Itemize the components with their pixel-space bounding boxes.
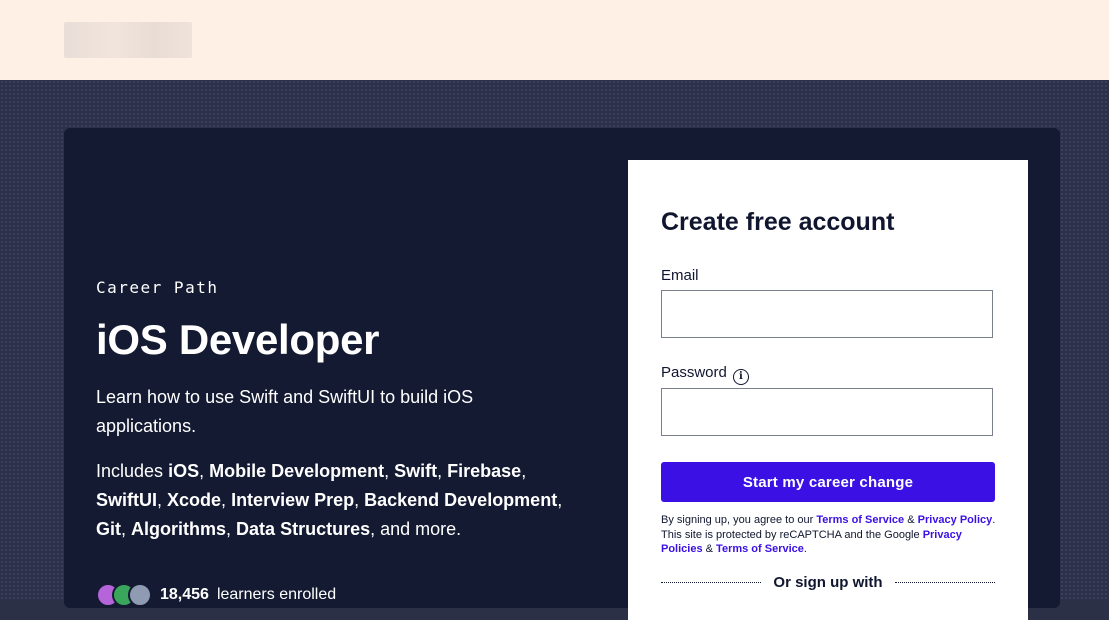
topic-firebase: Firebase [447,461,522,481]
career-path-eyebrow: Career Path [96,278,219,297]
legal-amp: & [907,514,915,526]
password-field[interactable] [661,388,993,436]
legal-prefix: By signing up, you agree to our [661,514,814,526]
topic-swiftui: SwiftUI [96,490,157,510]
included-topics: Includes iOS, Mobile Development, Swift,… [96,461,563,539]
password-label-row: Password i [661,364,749,385]
top-navigation-bar [0,0,1109,80]
topic-backend-development: Backend Development [364,490,558,510]
learner-avatars [96,583,152,607]
learners-count: 18,456 [160,586,209,603]
learners-enrolled: 18,456 learners enrolled [96,583,336,607]
signup-card: Create free account Email Password i Star… [628,160,1028,620]
divider-line [894,581,996,583]
legal-notice: By signing up, you agree to our Terms of… [661,513,1001,557]
topic-swift: Swift [394,461,438,481]
site-logo[interactable] [64,22,192,58]
topic-interview-prep: Interview Prep [231,490,355,510]
learners-label: learners enrolled [216,586,337,603]
legal-amp-2: & [705,543,713,555]
topic-git: Git [96,519,121,539]
terms-of-service-link[interactable]: Terms of Service [816,514,904,526]
start-career-change-button[interactable]: Start my career change [661,462,995,502]
divider-line [661,581,762,583]
topic-data-structures: Data Structures [236,519,371,539]
topic-ios: iOS [168,461,200,481]
privacy-policy-link[interactable]: Privacy Policy [918,514,993,526]
password-label: Password [661,364,727,381]
social-divider: Or sign up with [661,572,996,592]
legal-end: . [803,543,807,555]
includes-suffix: and more. [380,519,462,539]
page-title: iOS Developer [96,316,380,363]
topic-xcode: Xcode [167,490,222,510]
email-label: Email [661,267,699,284]
info-icon[interactable]: i [732,369,749,385]
avatar [128,583,152,607]
path-description: Learn how to use Swift and SwiftUI to bu… [96,387,474,436]
topic-mobile-development: Mobile Development [209,461,385,481]
signup-title: Create free account [661,208,895,236]
email-field[interactable] [661,290,993,338]
topic-algorithms: Algorithms [131,519,227,539]
includes-prefix: Includes [96,461,164,481]
or-sign-up-with-label: Or sign up with [773,573,883,591]
google-terms-link[interactable]: Terms of Service [716,543,804,555]
